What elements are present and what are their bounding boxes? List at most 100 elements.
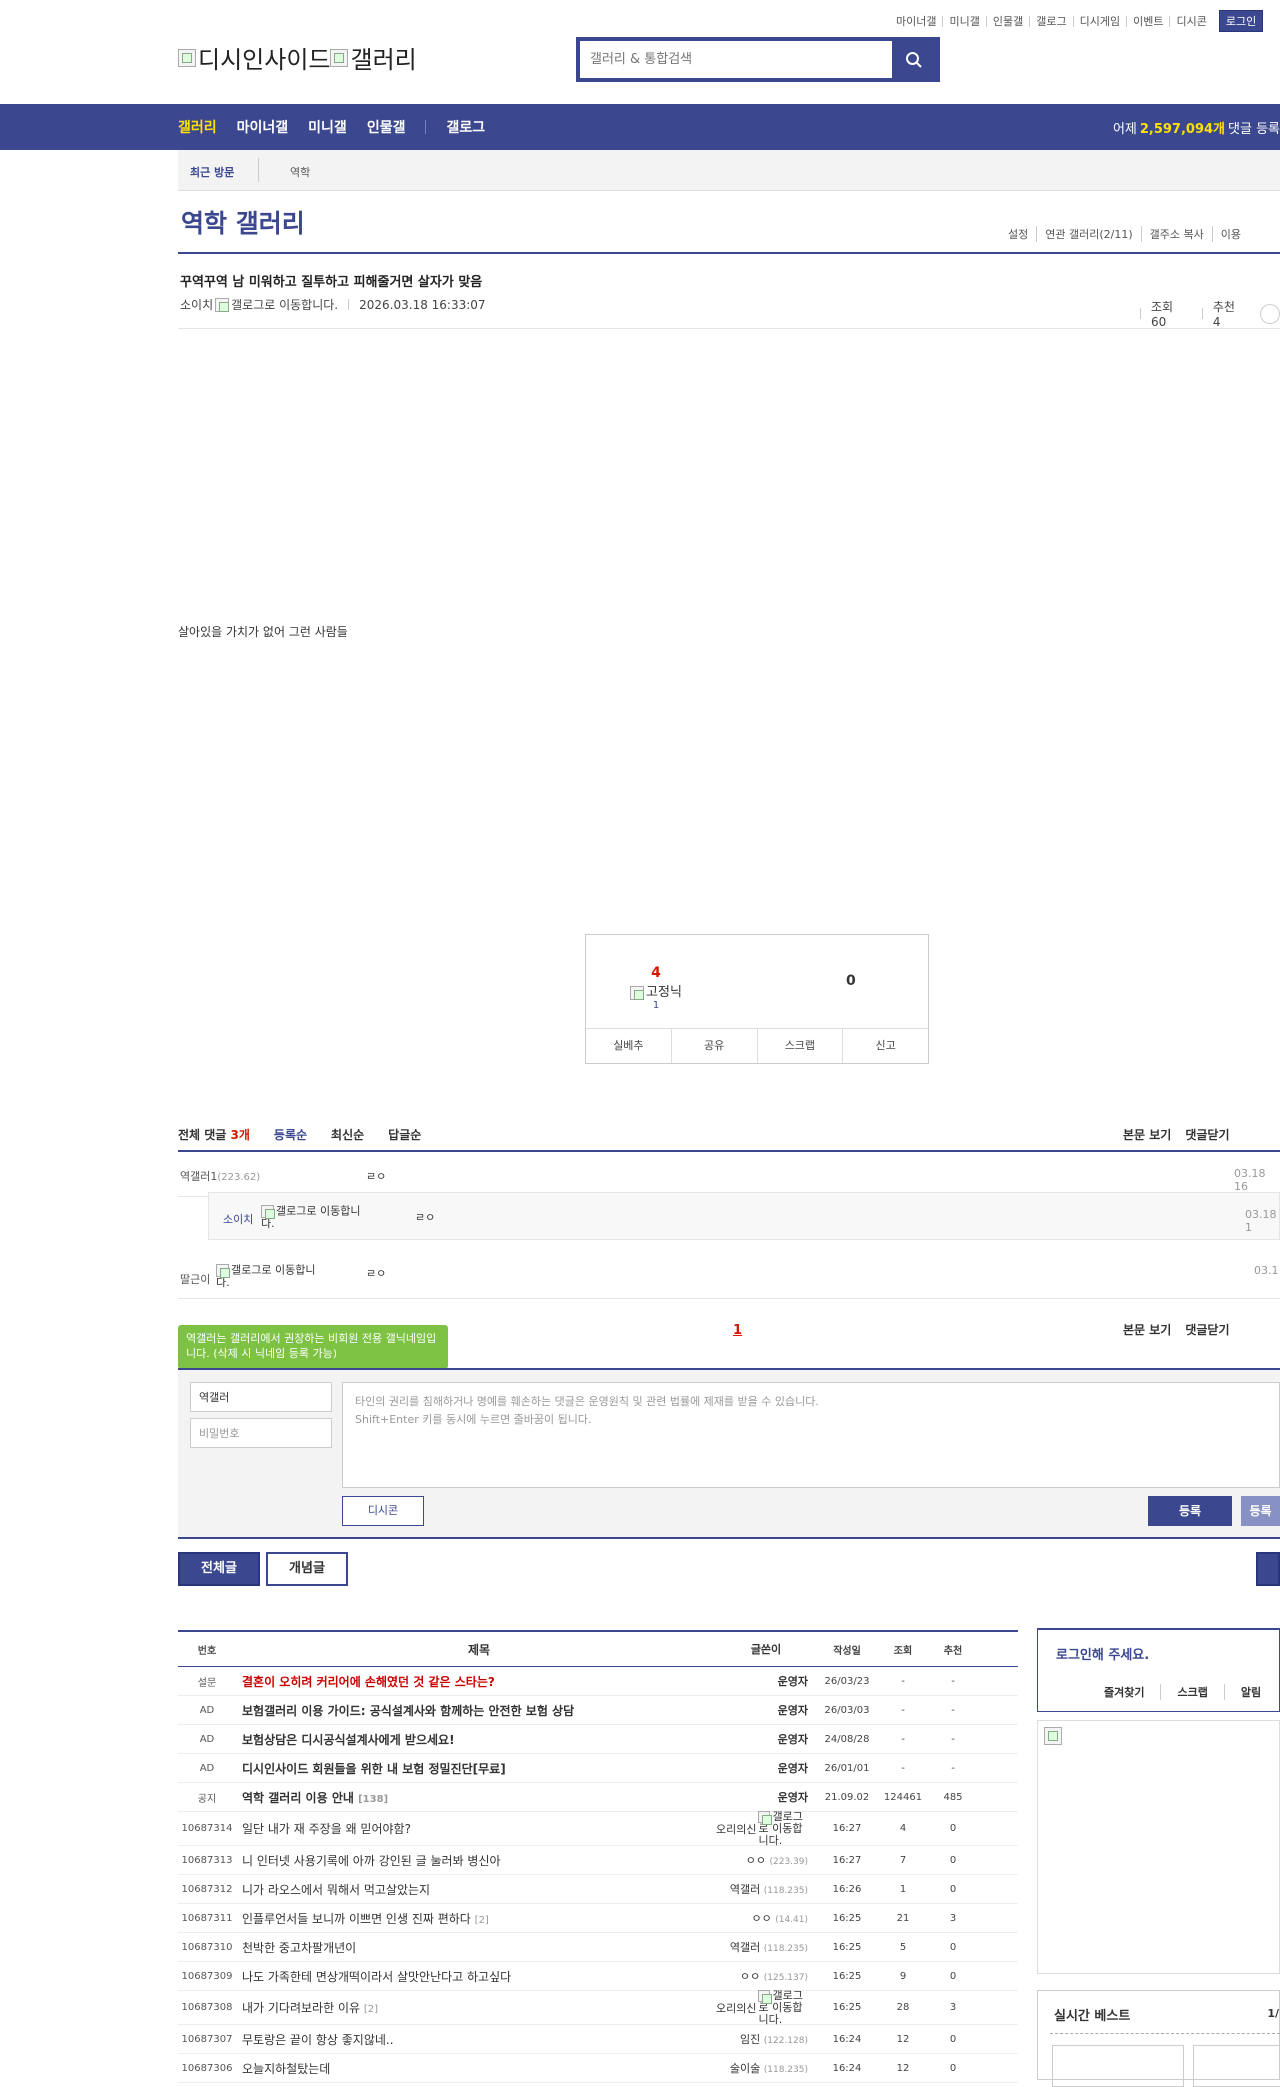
login-prompt[interactable]: 로그인해 주세요. bbox=[1056, 1644, 1149, 1663]
comment-page-current[interactable]: 1 bbox=[733, 1323, 742, 1338]
copy-gallery-url[interactable]: 갤주소 복사 bbox=[1140, 226, 1212, 242]
row-title[interactable]: 보험상담은 디시공식설계사에게 받으세요! bbox=[236, 1731, 716, 1748]
best-thumbnail[interactable] bbox=[1052, 2045, 1184, 2087]
table-row[interactable]: 10687309 나도 가족한테 면상개떡이라서 살맛안난다고 하고싶다 ㅇㅇ (1… bbox=[178, 1962, 1018, 1991]
row-writer[interactable]: ㅇㅇ (223.39) bbox=[716, 1852, 816, 1868]
view-body-button[interactable]: 본문 보기 bbox=[1123, 1126, 1171, 1143]
util-link-mini[interactable]: 미니갤 bbox=[942, 15, 985, 27]
row-writer[interactable]: 운영자 bbox=[716, 1673, 816, 1689]
table-row[interactable]: 10687306 오늘지하철탔는데 술이술 (118.235) 16:24 12 0 bbox=[178, 2054, 1018, 2083]
dccon-button[interactable]: 디시콘 bbox=[342, 1496, 424, 1526]
gnb-minor[interactable]: 마이너갤 bbox=[237, 117, 289, 137]
comment-nick[interactable]: 역갤러1(223.62) bbox=[180, 1168, 260, 1184]
row-writer[interactable]: 오리의신 갤로그로 이동합니다. bbox=[716, 1810, 816, 1847]
password-field[interactable]: 비밀번호 bbox=[190, 1418, 332, 1448]
post-author[interactable]: 소이치 bbox=[180, 296, 213, 313]
util-link-game[interactable]: 디시게임 bbox=[1072, 15, 1126, 27]
comment-textarea[interactable]: 타인의 권리를 침해하거나 명예를 훼손하는 댓글은 운영원칙 및 관련 법률에… bbox=[342, 1382, 1280, 1488]
reply-count[interactable]: [138] bbox=[358, 1794, 388, 1805]
row-writer[interactable]: 오리의신 갤로그로 이동합니다. bbox=[716, 1989, 816, 2026]
best-recommend-button[interactable]: 실베추 bbox=[586, 1029, 671, 1063]
sort-replies[interactable]: 답글순 bbox=[388, 1126, 421, 1143]
table-row[interactable]: 10687307 무토랑은 끝이 항상 좋지않네.. 임진 (122.128) 16:… bbox=[178, 2025, 1018, 2054]
search-button[interactable] bbox=[892, 41, 936, 78]
gnb-gallery[interactable]: 갤러리 bbox=[178, 117, 217, 137]
table-row[interactable]: 10687314 일단 내가 재 주장을 왜 믿어야함? 오리의신 갤로그로 이동합니… bbox=[178, 1810, 1018, 1847]
scrap-link[interactable]: 스크랩 bbox=[1160, 1684, 1223, 1700]
util-link-gallog[interactable]: 갤로그 bbox=[1029, 15, 1072, 27]
site-logo[interactable]: 디시인사이드 갤러리 bbox=[178, 40, 417, 75]
comment-nick[interactable]: 소이치 bbox=[223, 1211, 253, 1227]
close-comments-button[interactable]: 댓글닫기 bbox=[1185, 1321, 1229, 1338]
table-row[interactable]: AD 보험갤러리 이용 가이드: 공식설계사와 함께하는 안전한 보험 상담 운영자… bbox=[178, 1696, 1018, 1725]
util-link-person[interactable]: 인물갤 bbox=[985, 15, 1029, 27]
sort-latest[interactable]: 최신순 bbox=[331, 1126, 364, 1143]
favorites-link[interactable]: 즐겨찾기 bbox=[1088, 1684, 1160, 1700]
table-row[interactable]: 10687312 니가 라오스에서 뭐해서 먹고살았는지 역갤러 (118.235)… bbox=[178, 1875, 1018, 1904]
table-row[interactable]: 10687308 내가 기다려보라한 이유 [2] 오리의신 갤로그로 이동합니다. 1… bbox=[178, 1989, 1018, 2026]
comment-nick[interactable]: 딸근이 bbox=[180, 1271, 210, 1287]
row-title[interactable]: 천박한 중고차팔개년이 bbox=[236, 1939, 716, 1956]
comment-gallog-link[interactable]: 갤로그로 이동합니다. bbox=[261, 1205, 371, 1230]
util-link-minor[interactable]: 마이너갤 bbox=[890, 16, 942, 27]
util-link-event[interactable]: 이벤트 bbox=[1126, 15, 1169, 27]
gnb-mini[interactable]: 미니갤 bbox=[308, 117, 347, 137]
table-row[interactable]: 공지 역학 갤러리 이용 안내 [138] 운영자 21.09.02 124461 485 bbox=[178, 1783, 1018, 1812]
writer-gallog-link[interactable]: 갤로그로 이동합니다. bbox=[758, 1810, 808, 1847]
row-writer[interactable]: 운영자 bbox=[716, 1702, 816, 1718]
share-icon[interactable] bbox=[1260, 303, 1280, 324]
row-title[interactable]: 니가 라오스에서 뭐해서 먹고살았는지 bbox=[236, 1881, 716, 1898]
submit-comment-button[interactable]: 등록 bbox=[1148, 1496, 1232, 1526]
row-writer[interactable]: 운영자 bbox=[716, 1760, 816, 1776]
row-writer[interactable]: 역갤러 (118.235) bbox=[716, 1881, 816, 1897]
row-title[interactable]: 니 인터넷 사용기록에 아까 강인된 글 눌러봐 병신아 bbox=[236, 1852, 716, 1869]
row-title[interactable]: 역학 갤러리 이용 안내 [138] bbox=[236, 1789, 716, 1806]
table-row[interactable]: 10687311 인플루언서들 보니까 이쁘면 인생 진짜 편하다 [2] ㅇㅇ (… bbox=[178, 1904, 1018, 1933]
nickname-field[interactable]: 역갤러 bbox=[190, 1382, 332, 1412]
gallery-usage[interactable]: 이용 bbox=[1211, 226, 1249, 242]
row-title[interactable]: 보험갤러리 이용 가이드: 공식설계사와 함께하는 안전한 보험 상담 bbox=[236, 1702, 716, 1719]
row-title[interactable]: 디시인사이드 회원들을 위한 내 보험 정밀진단[무료] bbox=[236, 1760, 716, 1777]
gallery-settings[interactable]: 설정 bbox=[1000, 226, 1036, 242]
row-writer[interactable]: 운영자 bbox=[716, 1731, 816, 1747]
recent-visit-label[interactable]: 최근 방문 bbox=[190, 164, 234, 180]
scrap-button[interactable]: 스크랩 bbox=[756, 1029, 843, 1063]
share-button[interactable]: 공유 bbox=[670, 1029, 757, 1063]
notification-link[interactable]: 알림 bbox=[1223, 1684, 1277, 1700]
side-ad-banner[interactable] bbox=[1037, 1720, 1280, 1974]
gallery-title[interactable]: 역학 갤러리 bbox=[181, 204, 305, 240]
comment-gallog-link[interactable]: 갤로그로 이동합니다. bbox=[216, 1264, 326, 1289]
tab-concept-posts[interactable]: 개념글 bbox=[266, 1552, 348, 1586]
writer-gallog-link[interactable]: 갤로그로 이동합니다. bbox=[758, 1989, 808, 2026]
row-title[interactable]: 내가 기다려보라한 이유 [2] bbox=[236, 1999, 716, 2016]
row-writer[interactable]: 역갤러 (118.235) bbox=[716, 1939, 816, 1955]
search-input[interactable] bbox=[580, 41, 892, 78]
best-thumbnail[interactable] bbox=[1193, 2045, 1280, 2087]
gnb-person[interactable]: 인물갤 bbox=[367, 117, 406, 137]
report-button[interactable]: 신고 bbox=[842, 1029, 928, 1063]
row-title[interactable]: 인플루언서들 보니까 이쁘면 인생 진짜 편하다 [2] bbox=[236, 1910, 716, 1927]
recommend-up[interactable]: 4 고정닉 1 bbox=[626, 965, 686, 1011]
row-writer[interactable]: ㅇㅇ (14.41) bbox=[716, 1910, 816, 1926]
row-title[interactable]: 나도 가족한테 면상개떡이라서 살맛안난다고 하고싶다 bbox=[236, 1968, 716, 1985]
row-writer[interactable]: ㅇㅇ (125.137) bbox=[716, 1968, 816, 1984]
gallog-icon[interactable] bbox=[215, 297, 230, 312]
table-row[interactable]: 10687310 천박한 중고차팔개년이 역갤러 (118.235) 16:25 5 0 bbox=[178, 1933, 1018, 1962]
sort-registered[interactable]: 등록순 bbox=[274, 1126, 307, 1143]
write-post-button[interactable] bbox=[1256, 1552, 1280, 1586]
table-row[interactable]: 설문 결혼이 오히려 커리어에 손해였던 것 같은 스타는? 운영자 26/03/23… bbox=[178, 1667, 1018, 1696]
close-comments-button[interactable]: 댓글닫기 bbox=[1185, 1126, 1229, 1143]
row-writer[interactable]: 운영자 bbox=[716, 1789, 816, 1805]
reply-count[interactable]: [2] bbox=[475, 1915, 489, 1926]
row-writer[interactable]: 임진 (122.128) bbox=[716, 2031, 816, 2047]
gnb-gallog[interactable]: 갤로그 bbox=[446, 117, 485, 137]
table-row[interactable]: 10687313 니 인터넷 사용기록에 아까 강인된 글 눌러봐 병신아 ㅇㅇ (… bbox=[178, 1846, 1018, 1875]
row-title[interactable]: 무토랑은 끝이 항상 좋지않네.. bbox=[236, 2031, 716, 2048]
tab-all-posts[interactable]: 전체글 bbox=[178, 1552, 260, 1586]
table-row[interactable]: AD 보험상담은 디시공식설계사에게 받으세요! 운영자 24/08/28 - - bbox=[178, 1725, 1018, 1754]
util-link-dccon[interactable]: 디시콘 bbox=[1169, 15, 1212, 27]
related-gallery[interactable]: 연관 갤러리(2/11) bbox=[1036, 226, 1140, 242]
row-title[interactable]: 일단 내가 재 주장을 왜 믿어야함? bbox=[236, 1820, 716, 1837]
login-button[interactable]: 로그인 bbox=[1218, 10, 1264, 32]
recommend-down-count[interactable]: 0 bbox=[846, 973, 856, 989]
